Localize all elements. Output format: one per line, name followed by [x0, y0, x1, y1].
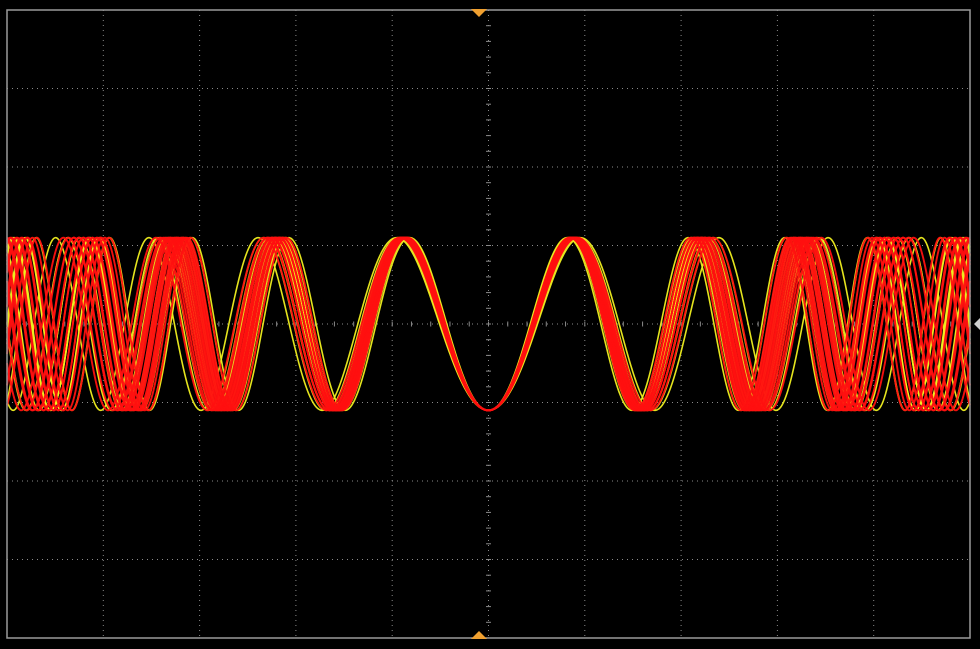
oscilloscope-screen: [0, 0, 980, 649]
waveform-display: [0, 0, 980, 649]
